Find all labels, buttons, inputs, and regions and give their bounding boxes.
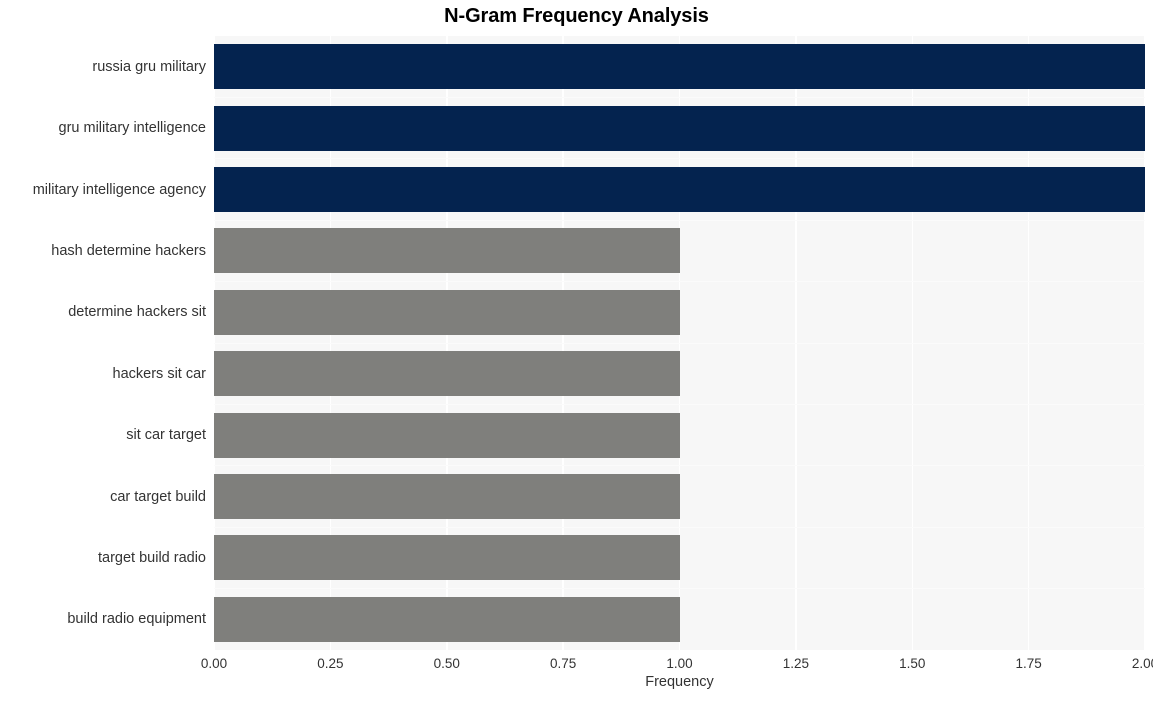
- y-axis-tick-label: determine hackers sit: [68, 304, 206, 321]
- x-axis-tick-label: 2.00: [1131, 656, 1153, 671]
- bar: [214, 412, 680, 458]
- x-axis-tick-label: 0.00: [200, 656, 228, 671]
- y-axis-tick-label: build radio equipment: [67, 611, 206, 628]
- y-axis-tick-label: gru military intelligence: [58, 120, 206, 137]
- bar: [214, 535, 680, 581]
- gridline-horizontal: [214, 526, 1145, 528]
- chart-title: N-Gram Frequency Analysis: [444, 5, 709, 27]
- y-axis-tick-label: hackers sit car: [112, 365, 206, 382]
- y-axis-tick-label: sit car target: [126, 427, 206, 444]
- x-axis-tick-label: 0.25: [317, 656, 344, 671]
- gridline-horizontal: [214, 465, 1145, 467]
- x-axis-tick-label: 0.50: [433, 656, 460, 671]
- x-axis-tick-label: 1.75: [1015, 656, 1042, 671]
- bar: [214, 351, 680, 397]
- x-axis-tick-label: 0.75: [549, 656, 577, 671]
- bar: [214, 44, 1145, 90]
- bar: [214, 474, 680, 519]
- plot-area: [213, 36, 1146, 650]
- gridline-horizontal: [214, 281, 1145, 283]
- gridline-horizontal: [214, 219, 1145, 221]
- y-axis-tick-labels: russia gru military gru military intellig…: [0, 36, 206, 650]
- bar: [214, 228, 680, 274]
- y-axis-tick-label: military intelligence agency: [32, 181, 206, 198]
- x-axis-tick-label: 1.50: [899, 656, 926, 671]
- y-axis-tick-label: car target build: [110, 488, 206, 505]
- y-axis-tick-label: russia gru military: [92, 58, 206, 75]
- gridline-horizontal: [214, 342, 1145, 344]
- bar: [214, 289, 680, 335]
- gridline-horizontal: [214, 96, 1145, 98]
- gridline-horizontal: [214, 403, 1145, 405]
- bar: [214, 105, 1145, 151]
- gridline-horizontal: [214, 588, 1145, 590]
- y-axis-tick-label: target build radio: [97, 549, 206, 566]
- bar: [214, 596, 680, 642]
- chart-figure: N-Gram Frequency Analysis russia gru mil…: [0, 0, 1153, 701]
- bar: [214, 167, 1145, 212]
- x-axis-label: Frequency: [645, 674, 714, 690]
- x-axis-tick-label: 1.00: [666, 656, 693, 671]
- gridline-horizontal: [214, 158, 1145, 160]
- y-axis-tick-label: hash determine hackers: [51, 242, 206, 259]
- x-axis-tick-label: 1.25: [782, 656, 810, 671]
- x-axis-tick-labels: 0.00 0.25 0.50 0.75 1.00 1.25 1.50 1.75 2.00: [201, 650, 1153, 676]
